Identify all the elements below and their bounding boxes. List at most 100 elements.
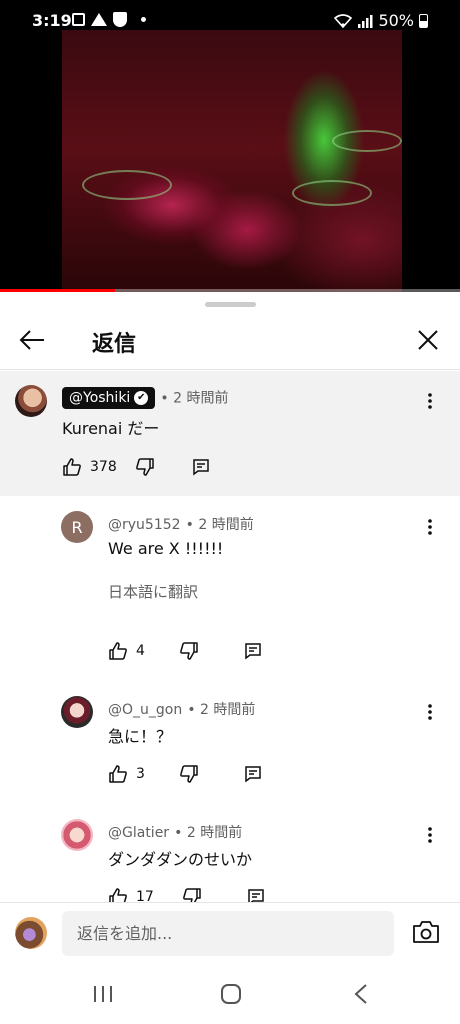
avatar[interactable] bbox=[15, 385, 47, 417]
reply-text: 急に！？ bbox=[108, 727, 173, 746]
recents-icon bbox=[94, 986, 112, 1002]
like-count: 17 bbox=[136, 889, 154, 902]
status-system-icons: 50% bbox=[334, 11, 428, 30]
status-bar: 3:19 50% bbox=[0, 0, 460, 42]
more-vert-icon bbox=[428, 519, 432, 535]
avatar-letter: R bbox=[71, 517, 83, 537]
thumb-down-icon bbox=[180, 642, 198, 660]
comment-time: • 2 時間前 bbox=[160, 390, 229, 407]
comment-actions: 378 bbox=[60, 455, 213, 479]
thumb-up-icon bbox=[109, 642, 127, 660]
reply-text: We are X !!!!!! bbox=[108, 539, 224, 558]
reply-actions: 17 bbox=[106, 885, 268, 902]
thumb-down-icon bbox=[180, 765, 198, 783]
system-nav-bar bbox=[0, 964, 460, 1024]
like-button[interactable] bbox=[106, 639, 130, 663]
sheet-header: 返信 bbox=[0, 312, 460, 370]
reply-composer bbox=[0, 902, 460, 964]
thumb-up-icon bbox=[109, 765, 127, 783]
like-button[interactable] bbox=[106, 762, 130, 786]
reply-author[interactable]: @O_u_gon bbox=[108, 702, 182, 718]
home-button[interactable] bbox=[216, 980, 246, 1008]
reply-header: @ryu5152 • 2 時間前 bbox=[108, 514, 254, 534]
reply-button[interactable] bbox=[241, 762, 265, 786]
comment-header: @Yoshiki ✔ • 2 時間前 bbox=[62, 387, 228, 409]
more-button[interactable] bbox=[418, 515, 442, 539]
recents-button[interactable] bbox=[88, 980, 118, 1008]
battery-percent: 50% bbox=[378, 11, 414, 30]
home-nav-icon bbox=[221, 984, 241, 1004]
video-cymbal bbox=[332, 130, 402, 152]
camera-button[interactable] bbox=[412, 920, 442, 946]
translate-link[interactable]: 日本語に翻訳 bbox=[108, 581, 198, 602]
reply-author[interactable]: @ryu5152 bbox=[108, 517, 181, 533]
shield-icon bbox=[113, 12, 127, 27]
thumb-down-icon bbox=[135, 458, 154, 476]
reply-time: • 2 時間前 bbox=[185, 517, 254, 533]
reply-input[interactable] bbox=[62, 911, 394, 956]
drag-handle[interactable] bbox=[205, 302, 256, 307]
video-cymbal bbox=[82, 170, 172, 200]
reply-author[interactable]: @Glatier bbox=[108, 825, 169, 841]
reply-icon bbox=[245, 766, 261, 783]
status-time: 3:19 bbox=[32, 11, 72, 30]
sheet-title: 返信 bbox=[92, 332, 137, 357]
close-button[interactable] bbox=[412, 324, 444, 356]
like-count: 3 bbox=[136, 766, 145, 782]
reply-header: @Glatier • 2 時間前 bbox=[108, 822, 242, 842]
battery-icon bbox=[419, 13, 428, 28]
reply-time: • 2 時間前 bbox=[174, 825, 243, 841]
reply-button[interactable] bbox=[189, 455, 213, 479]
home-icon bbox=[91, 13, 107, 26]
author-name: @Yoshiki bbox=[69, 390, 131, 406]
video-player[interactable] bbox=[0, 0, 460, 292]
avatar[interactable]: R bbox=[61, 511, 93, 543]
parent-comment: @Yoshiki ✔ • 2 時間前 Kurenai だー 378 bbox=[0, 371, 460, 496]
thumb-down-icon bbox=[182, 888, 201, 902]
more-vert-icon bbox=[428, 393, 432, 409]
video-cymbal bbox=[292, 180, 372, 206]
back-button[interactable] bbox=[16, 324, 48, 356]
reply-button[interactable] bbox=[244, 885, 268, 902]
more-button[interactable] bbox=[418, 389, 442, 413]
video-frame bbox=[62, 30, 402, 292]
dislike-button[interactable] bbox=[177, 762, 201, 786]
more-button[interactable] bbox=[418, 823, 442, 847]
author-chip[interactable]: @Yoshiki ✔ bbox=[62, 387, 156, 409]
reply-actions: 4 bbox=[106, 639, 265, 663]
reply-text: ダンダダンのせいか bbox=[108, 850, 253, 869]
dislike-button[interactable] bbox=[180, 885, 204, 902]
reply-icon bbox=[248, 889, 264, 902]
more-vert-icon bbox=[428, 704, 432, 720]
more-vert-icon bbox=[428, 827, 432, 843]
reply-time: • 2 時間前 bbox=[187, 702, 256, 718]
like-count: 378 bbox=[90, 459, 117, 475]
dislike-button[interactable] bbox=[133, 455, 157, 479]
reply-icon bbox=[192, 459, 209, 476]
reply-header: @O_u_gon • 2 時間前 bbox=[108, 699, 255, 719]
wifi-icon bbox=[334, 13, 353, 28]
reply-button[interactable] bbox=[241, 639, 265, 663]
verified-icon: ✔ bbox=[134, 391, 149, 405]
status-notification-icons bbox=[72, 12, 146, 27]
my-avatar[interactable] bbox=[15, 917, 47, 949]
reply-actions: 3 bbox=[106, 762, 265, 786]
thumb-up-icon bbox=[63, 458, 81, 476]
close-icon bbox=[418, 330, 438, 350]
camera-icon bbox=[413, 921, 439, 943]
more-button[interactable] bbox=[418, 700, 442, 724]
notification-dot-icon bbox=[141, 17, 146, 22]
like-button[interactable] bbox=[106, 885, 130, 902]
chevron-left-icon bbox=[354, 984, 367, 1004]
avatar[interactable] bbox=[61, 819, 93, 851]
like-button[interactable] bbox=[60, 455, 84, 479]
reply-icon bbox=[245, 643, 261, 660]
thumb-up-icon bbox=[109, 888, 127, 902]
avatar[interactable] bbox=[61, 696, 93, 728]
like-count: 4 bbox=[136, 643, 145, 659]
comment-text: Kurenai だー bbox=[62, 419, 160, 438]
arrow-left-icon bbox=[19, 330, 44, 350]
system-back-button[interactable] bbox=[346, 980, 376, 1008]
calendar-icon bbox=[72, 13, 85, 26]
dislike-button[interactable] bbox=[177, 639, 201, 663]
